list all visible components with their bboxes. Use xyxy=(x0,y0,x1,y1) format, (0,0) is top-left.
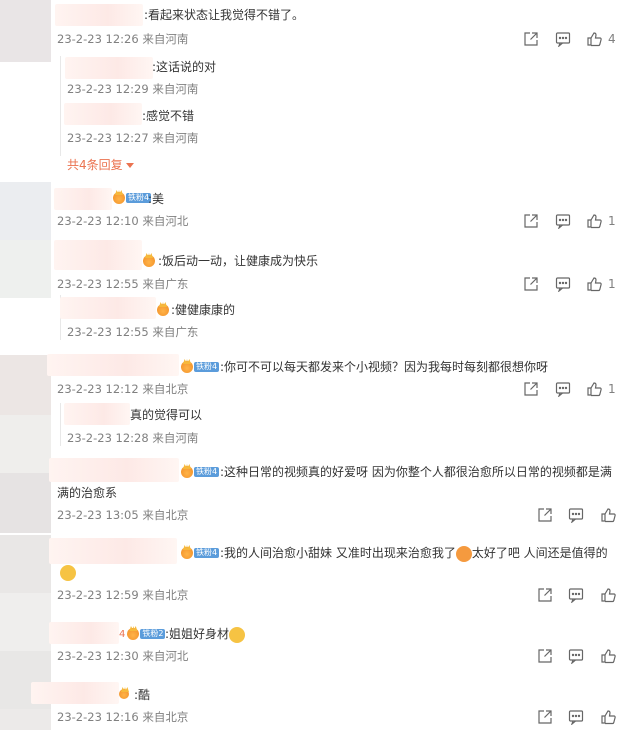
crown-icon xyxy=(127,628,140,640)
crying-emoji-icon xyxy=(60,565,76,581)
like-icon[interactable] xyxy=(586,31,602,47)
fan-badge xyxy=(157,304,169,316)
comment-text: :我的人间治愈小甜妹 又准时出现来治愈我了 太好了吧 人间还是值得的 xyxy=(220,545,608,562)
comment-meta: 23-2-23 12:59 来自北京 xyxy=(57,588,189,602)
comment-meta: 23-2-23 13:05 来自北京 xyxy=(57,508,189,522)
comment-text: :美 xyxy=(148,192,165,206)
username[interactable] xyxy=(54,188,112,210)
username[interactable] xyxy=(49,622,119,644)
avatar[interactable] xyxy=(0,709,51,730)
avatar[interactable] xyxy=(0,593,51,651)
emoji-icon xyxy=(455,545,472,562)
avatar[interactable] xyxy=(0,240,51,298)
comment-icon[interactable] xyxy=(555,31,571,47)
forward-icon[interactable] xyxy=(523,31,539,47)
fan-badge: 4 铁粉2 xyxy=(119,628,166,640)
comment-icon[interactable] xyxy=(555,213,571,229)
avatar[interactable] xyxy=(0,473,51,533)
forward-icon[interactable] xyxy=(523,213,539,229)
comment-meta: 23-2-23 12:10 来自河北 xyxy=(57,214,189,228)
username[interactable] xyxy=(64,103,142,125)
forward-icon[interactable] xyxy=(537,709,553,725)
forward-icon[interactable] xyxy=(537,587,553,603)
more-replies-link[interactable]: 共4条回复 xyxy=(67,157,134,173)
like-count: 4 xyxy=(608,32,616,46)
emoji-icon xyxy=(229,626,246,643)
like-count: 1 xyxy=(608,277,616,291)
comment-text-continued: 满的治愈系 xyxy=(57,486,118,500)
reply-meta: 23-2-23 12:55 来自广东 xyxy=(67,325,199,339)
username[interactable] xyxy=(31,682,119,704)
like-icon[interactable] xyxy=(586,276,602,292)
crown-icon xyxy=(181,466,193,478)
comment-meta: 23-2-23 12:55 来自广东 xyxy=(57,277,189,291)
username[interactable] xyxy=(55,4,143,26)
avatar[interactable] xyxy=(0,415,51,473)
fan-badge: 铁粉4 xyxy=(181,361,220,373)
comment-text: :姐姐好身材 xyxy=(165,625,246,643)
comment-meta: 23-2-23 12:30 来自河北 xyxy=(57,649,189,663)
comment-text: :这种日常的视频真的好爱呀 因为你整个人都很治愈所以日常的视频都是满 xyxy=(220,465,612,479)
comment-text: :饭后动一动，让健康成为快乐 xyxy=(158,254,319,268)
crown-icon xyxy=(157,304,169,316)
forward-icon[interactable] xyxy=(523,276,539,292)
crown-icon xyxy=(113,192,125,204)
comment-text: :你可不可以每天都发来个小视频？因为我每时每刻都很想你呀 xyxy=(220,360,549,374)
comment-icon[interactable] xyxy=(568,507,584,523)
comment-meta: 23-2-23 12:12 来自北京 xyxy=(57,382,189,396)
avatar[interactable] xyxy=(0,0,51,62)
comment-icon[interactable] xyxy=(568,648,584,664)
like-icon[interactable] xyxy=(600,507,616,523)
comment-icon[interactable] xyxy=(568,587,584,603)
like-icon[interactable] xyxy=(600,648,616,664)
like-icon[interactable] xyxy=(600,587,616,603)
fan-badge xyxy=(143,255,155,267)
username[interactable] xyxy=(54,240,142,270)
fan-badge: 铁粉4 xyxy=(181,466,220,478)
username[interactable] xyxy=(65,57,153,79)
username[interactable] xyxy=(49,538,177,564)
username[interactable] xyxy=(49,458,179,482)
reply-meta: 23-2-23 12:28 来自河南 xyxy=(67,431,199,445)
username[interactable] xyxy=(60,297,156,319)
avatar[interactable] xyxy=(0,182,51,240)
avatar[interactable] xyxy=(0,535,51,593)
like-count: 1 xyxy=(608,382,616,396)
reply-text: :健健康康的 xyxy=(171,303,236,317)
comment-icon[interactable] xyxy=(555,276,571,292)
like-icon[interactable] xyxy=(586,381,602,397)
like-icon[interactable] xyxy=(586,213,602,229)
username[interactable] xyxy=(64,403,130,425)
crown-icon xyxy=(143,255,155,267)
crown-icon xyxy=(119,689,129,699)
reply-divider xyxy=(60,56,61,156)
comment-icon[interactable] xyxy=(555,381,571,397)
comment-icon[interactable] xyxy=(568,709,584,725)
comment-meta: 23-2-23 12:26 来自河南 xyxy=(57,32,189,46)
reply-divider xyxy=(60,403,61,446)
reply-text: 真的觉得可以 xyxy=(130,408,203,422)
fan-badge: 铁粉4 xyxy=(181,547,220,559)
avatar[interactable] xyxy=(0,355,51,415)
reply-meta: 23-2-23 12:27 来自河南 xyxy=(67,131,199,145)
forward-icon[interactable] xyxy=(523,381,539,397)
crown-icon xyxy=(181,547,193,559)
forward-icon[interactable] xyxy=(537,648,553,664)
fan-badge xyxy=(119,689,129,699)
fan-badge: 铁粉4 xyxy=(113,192,152,204)
username[interactable] xyxy=(47,354,179,376)
reply-text: :感觉不错 xyxy=(142,109,195,123)
forward-icon[interactable] xyxy=(537,507,553,523)
crown-icon xyxy=(181,361,193,373)
chevron-down-icon xyxy=(125,163,134,168)
like-icon[interactable] xyxy=(600,709,616,725)
like-count: 1 xyxy=(608,214,616,228)
reply-meta: 23-2-23 12:29 来自河南 xyxy=(67,82,199,96)
reply-text: :这话说的对 xyxy=(152,60,217,74)
comment-text: :看起来状态让我觉得不错了。 xyxy=(144,8,305,22)
comment-meta: 23-2-23 12:16 来自北京 xyxy=(57,710,189,724)
comment-text: :酷 xyxy=(134,688,151,702)
